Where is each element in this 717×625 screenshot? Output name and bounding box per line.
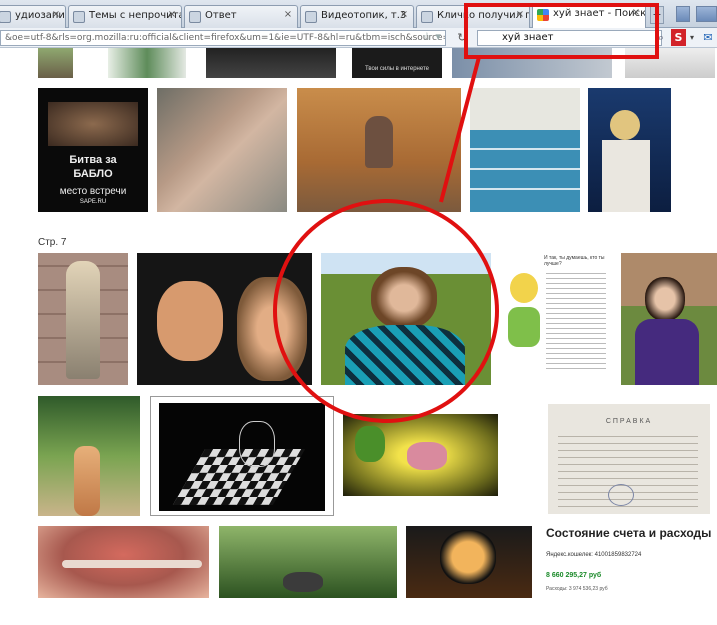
hair-blob: [610, 110, 640, 140]
image-result-two-guys[interactable]: [137, 253, 312, 385]
close-tab-icon[interactable]: ×: [282, 9, 294, 21]
comic-hair: [510, 273, 538, 303]
mail-icon[interactable]: ✉: [699, 29, 717, 46]
image-result-swimming-pool[interactable]: [470, 88, 580, 212]
image-result-sketch[interactable]: [150, 396, 334, 516]
sweater-blob: [345, 325, 465, 385]
figure-blob: [66, 261, 100, 379]
image-result-girl-purple[interactable]: [621, 253, 717, 385]
tab-unread-topics[interactable]: Темы с непрочитан... ×: [68, 5, 182, 28]
image-result-poster[interactable]: Битва за БАБЛО место встречи SAPE.RU: [38, 88, 148, 212]
close-tab-icon[interactable]: ×: [50, 9, 62, 21]
animal-blob: [283, 572, 323, 592]
comic-text-lines: [546, 269, 606, 369]
image-result-guitarist[interactable]: [588, 88, 671, 212]
face-blob: [237, 277, 307, 381]
image-result-cartoon-monsters[interactable]: [343, 414, 498, 496]
image-result-cartoon-1[interactable]: [38, 48, 73, 78]
page-number-label: Стр. 7: [38, 237, 67, 248]
account-amount: 8 660 295,27 руб: [546, 572, 602, 579]
addon-s-icon[interactable]: S: [671, 29, 686, 46]
tab-audio[interactable]: удиозапис... ×: [0, 5, 66, 28]
image-result-top-right[interactable]: [452, 48, 612, 78]
image-result-cartoon-boy[interactable]: [406, 526, 532, 598]
account-heading: Состояние счета и расходы: [546, 526, 712, 540]
tab-klitschko[interactable]: Кличко получил по... ×: [416, 5, 530, 28]
poster-line4: SAPE.RU: [79, 199, 107, 205]
shirt-blob: [602, 140, 650, 212]
tab-search-active[interactable]: хуй знает - Поиск ... ×: [532, 3, 646, 29]
comic-body: [508, 307, 540, 347]
certificate-title: СПРАВКА: [605, 418, 653, 425]
image-result-comic[interactable]: И так, ты думаешь, кто ты лучше?: [500, 253, 610, 385]
close-tab-icon[interactable]: ×: [514, 9, 526, 21]
monster-blob: [407, 442, 447, 470]
head-blob: [371, 267, 437, 329]
tab-bar: удиозапис... × Темы с непрочитан... × От…: [0, 0, 717, 29]
search-go-icon[interactable]: ⌕: [655, 29, 667, 46]
pool-lane: [470, 168, 580, 170]
close-tab-icon[interactable]: ×: [166, 9, 178, 21]
tab-favicon-icon: [421, 11, 433, 23]
pool-lane: [470, 148, 580, 150]
pool-lane: [470, 188, 580, 190]
image-result-legs[interactable]: [625, 48, 715, 78]
tab-favicon-icon: [189, 11, 201, 23]
account-expenses: Расходы: 3 974 536,23 руб: [546, 586, 608, 592]
google-favicon-icon: [537, 9, 549, 21]
face-blob: [440, 530, 496, 584]
tab-favicon-icon: [0, 11, 11, 23]
sketch-background: [159, 403, 325, 511]
image-result-cartoon-2[interactable]: [108, 48, 186, 78]
search-input[interactable]: хуй знает: [477, 30, 662, 46]
image-result-slogan[interactable]: Твои силы в интернете: [352, 48, 442, 78]
new-tab-button[interactable]: +: [650, 6, 664, 24]
tab-title: Ответ: [205, 10, 237, 21]
minimize-button[interactable]: [676, 6, 690, 22]
tab-favicon-icon: [305, 11, 317, 23]
maximize-button[interactable]: [696, 6, 717, 22]
poster-hands-image: [48, 102, 138, 146]
image-result-nurse-horror[interactable]: [38, 253, 128, 385]
tab-reply[interactable]: Ответ ×: [184, 5, 298, 28]
close-tab-icon[interactable]: ×: [630, 7, 642, 19]
checker-floor: [172, 449, 306, 505]
tab-title: Видеотопик, т.3: [321, 10, 407, 21]
bookmark-star-icon[interactable]: ☆ ▾: [422, 30, 441, 43]
face-blob: [157, 281, 223, 361]
poster-line2: БАБЛО: [73, 168, 113, 180]
url-field[interactable]: &oe=utf-8&rls=org.mozilla:ru:official&cl…: [0, 30, 446, 46]
slogan-text: Твои силы в интернете: [364, 66, 430, 72]
certificate-stamp: [608, 484, 634, 506]
monster-blob: [355, 426, 385, 462]
reload-icon[interactable]: ↻: [452, 29, 472, 46]
sketch-figure: [239, 421, 275, 467]
image-result-girl-field[interactable]: [321, 253, 491, 385]
image-result-account[interactable]: Состояние счета и расходы Яндекс.кошелек…: [542, 522, 717, 598]
poster-line1: Битва за: [69, 154, 117, 166]
comic-caption: И так, ты думаешь, кто ты лучше?: [544, 255, 605, 267]
close-tab-icon[interactable]: ×: [398, 9, 410, 21]
image-result-zoo[interactable]: [219, 526, 397, 598]
tab-videotopic[interactable]: Видеотопик, т.3 ×: [300, 5, 414, 28]
chevron-down-icon[interactable]: ▾: [688, 29, 696, 46]
image-result-dark[interactable]: [206, 48, 336, 78]
coat-blob: [635, 319, 699, 385]
teeth-strip: [62, 560, 202, 568]
image-result-beach-girl[interactable]: [38, 396, 140, 516]
image-result-boy-room[interactable]: [297, 88, 461, 212]
person-figure: [365, 116, 393, 168]
account-wallet: Яндекс.кошелек: 41001859832724: [546, 552, 642, 558]
head-blob: [645, 277, 685, 321]
image-result-mouth[interactable]: [38, 526, 209, 598]
poster-line3: место встречи: [59, 186, 127, 197]
image-result-certificate[interactable]: СПРАВКА: [548, 404, 710, 514]
image-result-woman-mirror[interactable]: [157, 88, 287, 212]
figure-blob: [74, 446, 100, 516]
tab-favicon-icon: [73, 11, 85, 23]
